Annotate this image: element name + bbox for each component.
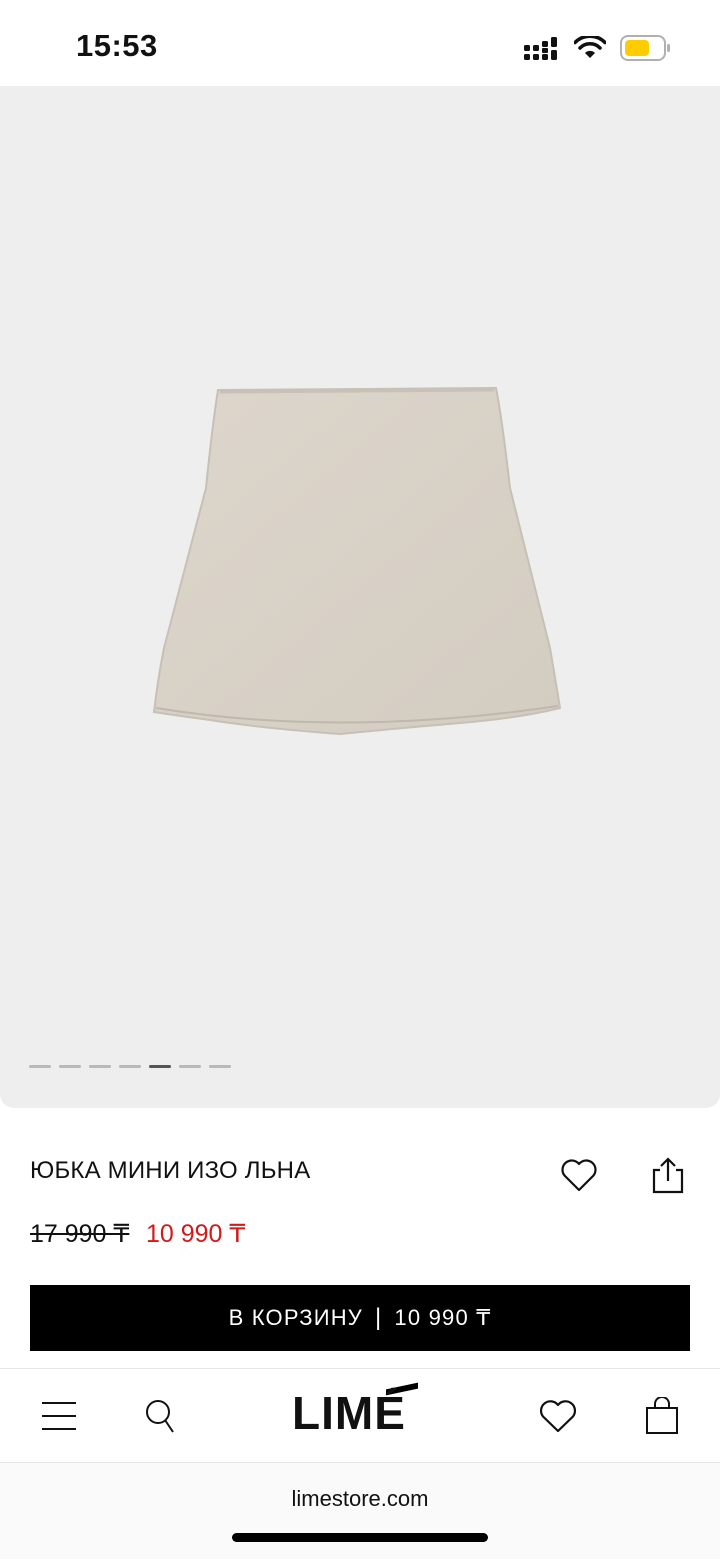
battery-icon [620,35,670,61]
cart-button-price: 10 990 ₸ [394,1305,492,1330]
gallery-dot[interactable] [89,1065,111,1068]
menu-button[interactable] [36,1369,82,1463]
cellular-signal-icon [524,35,560,61]
share-icon[interactable] [648,1155,688,1195]
gallery-pagination [29,1065,231,1068]
gallery-dot[interactable] [29,1065,51,1068]
cart-button-label: В КОРЗИНУ [228,1305,363,1330]
logo-text: LIMÉ [292,1387,406,1439]
search-button[interactable] [140,1369,180,1463]
url-text: limestore.com [291,1486,429,1511]
lime-logo[interactable]: LIMÉ [292,1382,424,1440]
cart-nav-button[interactable] [642,1369,682,1463]
old-price: 17 990 ₸ [30,1220,130,1248]
menu-icon [42,1402,76,1430]
cart-button-separator: | [374,1304,383,1331]
heart-icon [540,1400,576,1433]
status-bar: 15:53 [0,0,720,86]
heart-icon[interactable] [559,1155,599,1195]
product-image [152,386,562,736]
favorites-button[interactable] [536,1369,580,1463]
gallery-dot[interactable] [209,1065,231,1068]
home-indicator[interactable] [232,1533,488,1542]
gallery-dot[interactable] [59,1065,81,1068]
sale-price: 10 990 ₸ [146,1220,246,1248]
status-icons [524,33,672,63]
bag-icon [646,1397,678,1434]
status-time: 15:53 [76,28,158,63]
search-icon [146,1400,174,1433]
gallery-dot[interactable] [119,1065,141,1068]
gallery-dot[interactable] [179,1065,201,1068]
gallery-dot-active[interactable] [149,1065,171,1068]
add-to-cart-button[interactable]: В КОРЗИНУ | 10 990 ₸ [30,1285,690,1351]
product-title: ЮБКА МИНИ ИЗО ЛЬНА [30,1157,311,1184]
wifi-icon [574,36,606,58]
product-gallery[interactable] [0,86,720,1108]
browser-url-bar[interactable]: limestore.com [0,1462,720,1559]
